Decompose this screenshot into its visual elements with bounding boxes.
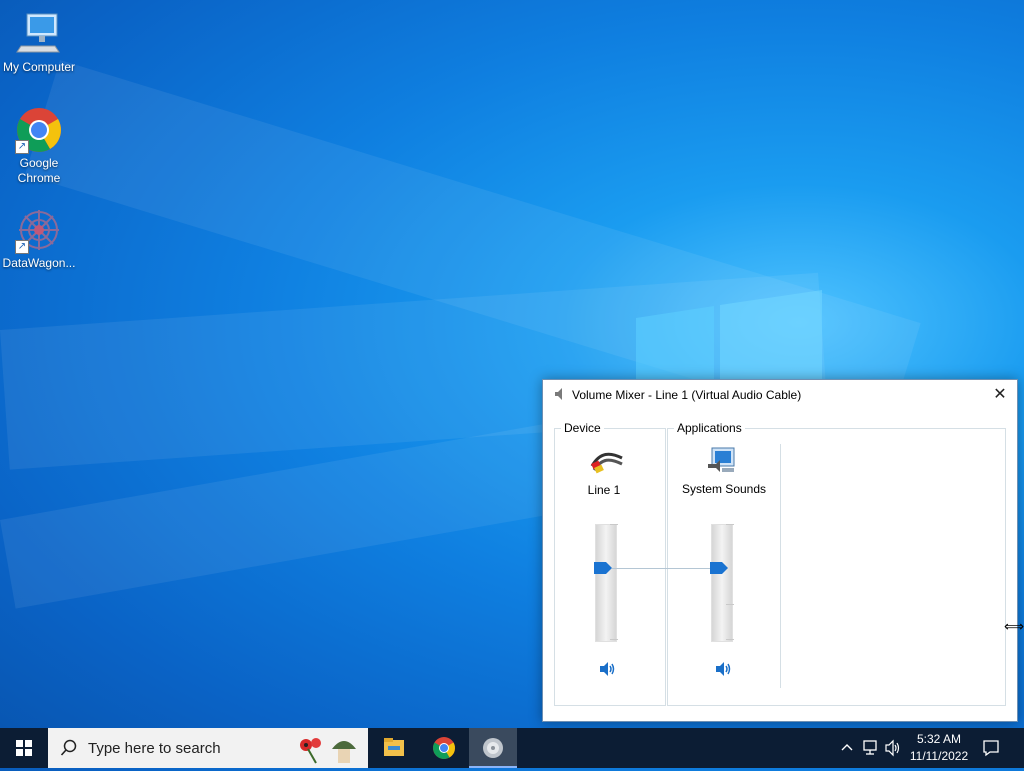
window-title: Volume Mixer - Line 1 (Virtual Audio Cab… — [572, 388, 802, 402]
volume-slider-thumb-system-sounds[interactable] — [710, 562, 728, 574]
applications-group-label: Applications — [674, 421, 745, 435]
channel-name-line-1: Line 1 — [587, 483, 621, 497]
slider-tick — [610, 639, 618, 640]
volume-slider-thumb-line-1[interactable] — [594, 562, 612, 574]
resize-cursor-icon: ⟺ — [1004, 618, 1024, 634]
file-explorer-icon — [384, 738, 404, 756]
taskbar: Type here to search 5:32 AM 11/11/2022 — [0, 728, 1024, 768]
chrome-icon — [433, 737, 455, 759]
windows-logo-wallpaper — [636, 290, 822, 380]
volume-link-line — [612, 568, 710, 569]
desktop-icon-datawagon[interactable]: ↗ DataWagon... — [0, 206, 78, 271]
datawagon-icon: ↗ — [15, 206, 63, 254]
search-highlight-illustration-icon — [300, 738, 356, 764]
mute-button-line-1[interactable] — [598, 661, 616, 677]
volume-mixer-app-icon — [483, 738, 503, 758]
taskbar-file-explorer[interactable] — [370, 728, 418, 768]
slider-tick — [726, 604, 734, 605]
desktop-icon-google-chrome[interactable]: ↗ Google Chrome — [0, 106, 78, 186]
taskbar-search-box[interactable]: Type here to search — [48, 728, 368, 768]
computer-icon — [15, 10, 63, 58]
volume-slider-system-sounds[interactable] — [711, 524, 733, 642]
network-icon[interactable] — [862, 739, 880, 757]
start-button[interactable] — [0, 728, 48, 768]
chevron-up-icon[interactable] — [840, 740, 854, 754]
notification-icon — [983, 740, 999, 757]
audio-cable-icon[interactable] — [590, 446, 624, 474]
volume-mixer-window: Volume Mixer - Line 1 (Virtual Audio Cab… — [542, 379, 1018, 722]
chrome-icon: ↗ — [15, 106, 63, 154]
taskbar-clock[interactable]: 5:32 AM 11/11/2022 — [904, 731, 974, 765]
desktop-icon-my-computer[interactable]: My Computer — [0, 10, 78, 75]
taskbar-chrome[interactable] — [420, 728, 468, 768]
shortcut-arrow-icon: ↗ — [15, 240, 29, 254]
desktop-icon-label: Google Chrome — [17, 156, 61, 185]
channel-name-system-sounds: System Sounds — [681, 482, 767, 496]
taskbar-volume-mixer[interactable] — [469, 728, 517, 768]
mute-button-system-sounds[interactable] — [714, 661, 732, 677]
slider-tick — [610, 524, 618, 525]
slider-tick — [726, 524, 734, 525]
column-divider — [780, 444, 781, 688]
slider-tick — [726, 639, 734, 640]
desktop-icon-label: DataWagon... — [2, 256, 76, 270]
desktop-icon-label: My Computer — [2, 60, 76, 74]
shortcut-arrow-icon: ↗ — [15, 140, 29, 154]
system-tray — [836, 728, 906, 768]
device-group-label: Device — [561, 421, 604, 435]
windows-start-icon — [16, 740, 32, 756]
volume-slider-line-1[interactable] — [595, 524, 617, 642]
action-center-button[interactable] — [978, 728, 1008, 768]
clock-date: 11/11/2022 — [909, 749, 969, 763]
system-sounds-icon[interactable] — [706, 446, 738, 474]
volume-tray-icon[interactable] — [884, 739, 902, 757]
window-title-bar[interactable]: Volume Mixer - Line 1 (Virtual Audio Cab… — [543, 380, 1017, 410]
search-placeholder: Type here to search — [88, 740, 221, 757]
speaker-icon — [555, 388, 562, 400]
close-button[interactable]: ✕ — [983, 380, 1017, 409]
clock-time: 5:32 AM — [916, 732, 962, 746]
search-icon — [60, 739, 77, 756]
